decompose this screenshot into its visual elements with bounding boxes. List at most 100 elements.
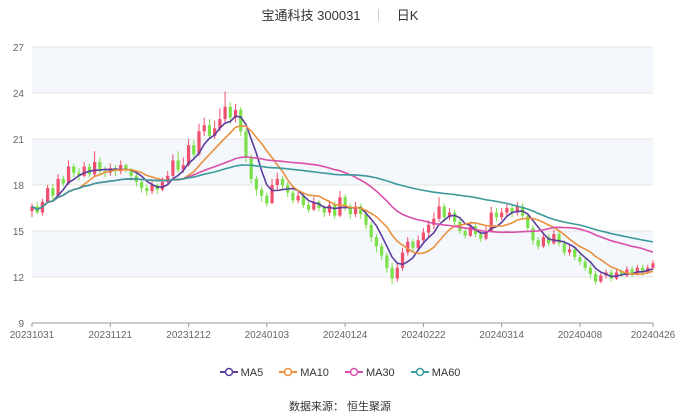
candle-down xyxy=(479,234,483,239)
candle-down xyxy=(306,204,311,210)
candle-up xyxy=(500,212,504,218)
x-tick-label: 20240314 xyxy=(479,330,524,341)
candle-down xyxy=(374,237,379,247)
candle-down xyxy=(333,204,337,216)
candlestick-chart: 9 12 15 18 21 24 27 20231031 20231121 20231212 202… xyxy=(10,43,676,341)
candle-down xyxy=(442,206,446,218)
candle-down xyxy=(322,208,326,213)
candle-up xyxy=(437,206,441,219)
candle-down xyxy=(176,160,180,170)
x-tick-label: 20240124 xyxy=(323,330,368,341)
legend-swatch-icon xyxy=(410,367,429,377)
candle-down xyxy=(573,249,577,258)
candle-down xyxy=(192,145,196,155)
candle-up xyxy=(426,224,431,233)
candle-down xyxy=(254,178,259,190)
y-tick-label: 9 xyxy=(18,319,24,330)
x-tick-label: 20240408 xyxy=(558,330,603,341)
candle-down xyxy=(531,227,535,241)
candle-up xyxy=(327,204,332,213)
legend-swatch-icon xyxy=(279,367,298,377)
candle-up xyxy=(171,160,175,176)
candle-down xyxy=(588,267,592,274)
candle-up xyxy=(552,234,556,244)
candle-down xyxy=(385,255,389,268)
legend-swatch-icon xyxy=(344,367,363,377)
candle-up xyxy=(150,185,154,192)
legend-item-ma10[interactable]: MA10 xyxy=(279,367,329,379)
x-tick-label: 20240103 xyxy=(245,330,290,341)
candle-down xyxy=(249,157,253,179)
candle-down xyxy=(265,195,269,204)
candle-down xyxy=(494,212,499,218)
x-tick-label: 20231212 xyxy=(166,330,211,341)
legend-label: MA60 xyxy=(431,367,461,379)
candle-up xyxy=(505,208,509,213)
candle-up xyxy=(400,252,405,268)
x-tick-label: 20231121 xyxy=(88,330,132,341)
candle-up xyxy=(468,226,472,236)
candle-down xyxy=(244,131,248,158)
legend-item-ma30[interactable]: MA30 xyxy=(344,367,395,379)
x-tick-label: 20240222 xyxy=(401,330,446,341)
candle-down xyxy=(453,212,457,222)
candle-up xyxy=(46,188,50,202)
candle-down xyxy=(72,166,76,173)
candle-down xyxy=(228,106,232,118)
candle-up xyxy=(296,195,300,201)
candle-down xyxy=(578,257,582,262)
candle-up xyxy=(395,267,399,279)
candle-up xyxy=(599,275,603,282)
candle-down xyxy=(364,214,368,225)
candle-up xyxy=(541,237,546,247)
chart-legend: MA5 MA10 MA30 MA60 xyxy=(0,367,680,379)
legend-item-ma60[interactable]: MA60 xyxy=(410,367,461,379)
candle-down xyxy=(557,234,561,244)
candle-down xyxy=(51,188,55,196)
candle-down xyxy=(259,189,264,196)
candle-up xyxy=(93,162,97,175)
x-tick-label: 20231031 xyxy=(10,330,55,341)
candle-down xyxy=(562,243,566,253)
candle-down xyxy=(536,240,540,247)
candle-up xyxy=(567,249,572,253)
y-tick-label: 21 xyxy=(13,135,25,146)
candle-up xyxy=(651,263,655,268)
candle-up xyxy=(223,106,227,120)
y-tick-label: 15 xyxy=(13,227,25,238)
candle-down xyxy=(239,109,243,132)
candle-up xyxy=(416,240,420,248)
y-tick-label: 27 xyxy=(13,43,25,54)
legend-item-ma5[interactable]: MA5 xyxy=(219,367,264,379)
candle-down xyxy=(61,178,65,184)
candle-down xyxy=(390,267,394,279)
candle-up xyxy=(202,125,206,132)
candle-down xyxy=(291,192,295,201)
candle-up xyxy=(275,178,279,185)
y-tick-label: 12 xyxy=(13,273,25,284)
candle-up xyxy=(338,197,342,216)
candle-down xyxy=(145,188,149,192)
chart-stage: 宝通科技 300031 日K 9 12 15 18 21 24 27 20231031 2023… xyxy=(0,0,680,413)
grid-band xyxy=(32,47,653,93)
candle-down xyxy=(380,246,384,256)
candle-up xyxy=(421,232,426,241)
legend-label: MA30 xyxy=(365,367,395,379)
x-tick-label: 20240426 xyxy=(631,330,676,341)
candle-down xyxy=(369,224,373,238)
candle-down xyxy=(593,273,598,282)
legend-label: MA10 xyxy=(300,367,329,379)
y-tick-label: 24 xyxy=(13,89,25,100)
candle-down xyxy=(583,261,587,268)
data-source: 数据来源： 恒生聚源 xyxy=(288,401,392,413)
legend-label: MA5 xyxy=(240,367,264,379)
grid-band xyxy=(32,139,653,185)
candle-down xyxy=(463,231,467,236)
candle-up xyxy=(270,185,274,204)
candle-down xyxy=(411,241,415,248)
candle-down xyxy=(280,178,285,185)
y-tick-label: 18 xyxy=(13,181,25,192)
legend-swatch-icon xyxy=(219,367,238,377)
candle-down xyxy=(207,125,212,136)
candle-down xyxy=(139,181,144,189)
